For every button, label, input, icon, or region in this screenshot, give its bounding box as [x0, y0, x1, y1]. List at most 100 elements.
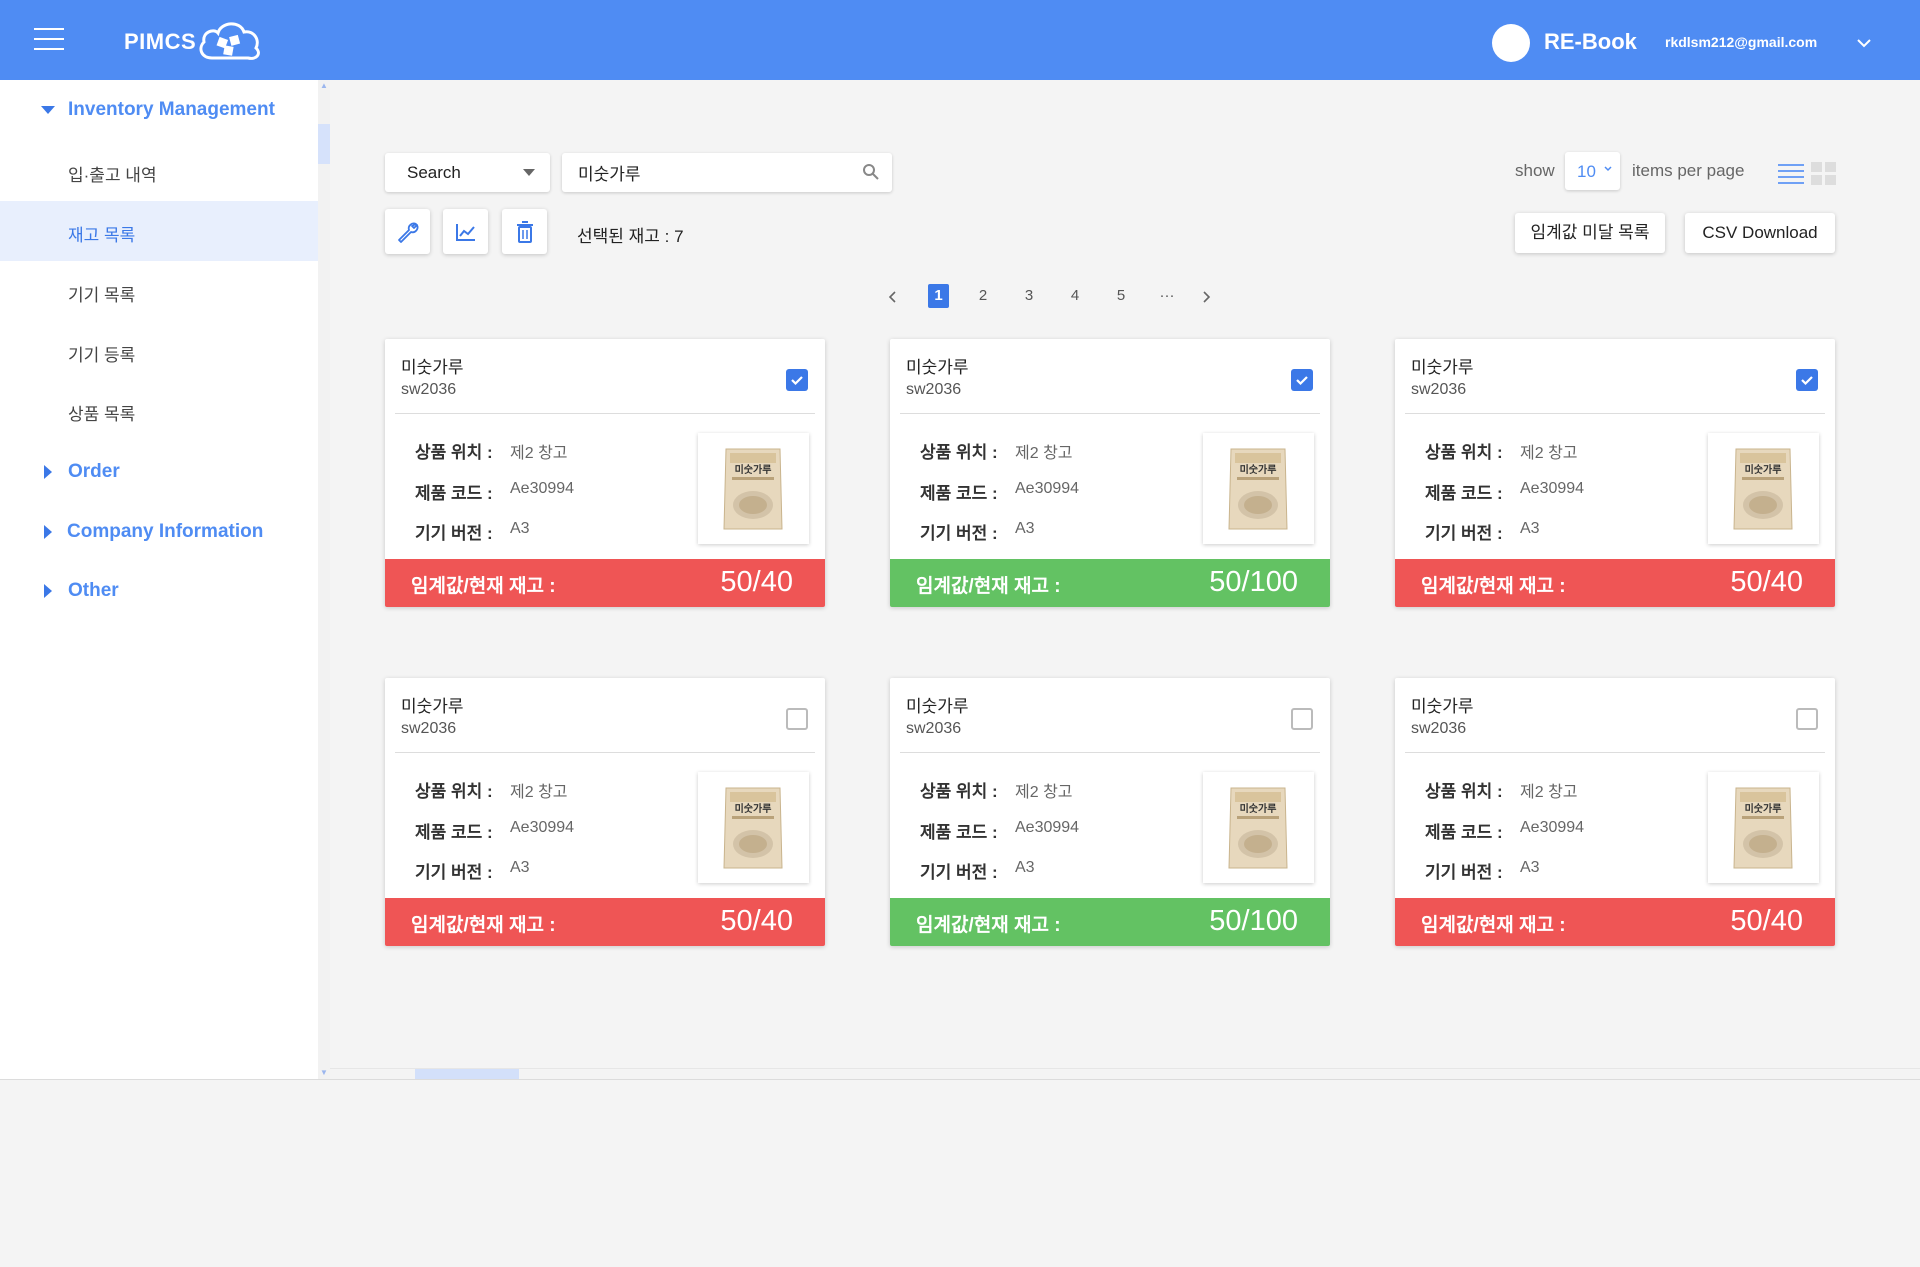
- sidebar-item-label: 재고 목록: [68, 226, 136, 245]
- stock-value: 50/40: [720, 905, 793, 937]
- scroll-up-icon[interactable]: ▲: [320, 81, 328, 90]
- card-checkbox[interactable]: [1796, 708, 1818, 730]
- sidebar-item-device-list[interactable]: 기기 목록: [0, 261, 318, 321]
- delete-button[interactable]: [502, 209, 547, 254]
- sidebar-group-other[interactable]: Other: [0, 569, 318, 613]
- card-divider: [1405, 413, 1825, 414]
- search-type-select[interactable]: Search: [385, 153, 550, 192]
- below-threshold-button[interactable]: 임계값 미달 목록: [1515, 213, 1665, 253]
- page-1[interactable]: 1: [928, 284, 949, 308]
- page-5[interactable]: 5: [1111, 284, 1131, 308]
- code-label: 제품 코드 :: [415, 823, 493, 842]
- org-name: RE-Book: [1544, 29, 1637, 54]
- card-checkbox[interactable]: [1291, 369, 1313, 391]
- caret-down-icon: [41, 106, 55, 114]
- horizontal-scrollbar[interactable]: [330, 1068, 1920, 1080]
- code-label: 제품 코드 :: [920, 484, 998, 503]
- selected-count: 선택된 재고 : 7: [577, 227, 684, 246]
- inventory-card[interactable]: 미숫가루 sw2036 상품 위치 : 제2 창고 제품 코드 : Ae3099…: [385, 678, 825, 946]
- sidebar-group-order[interactable]: Order: [0, 450, 318, 494]
- chevron-left-icon[interactable]: [887, 290, 899, 304]
- chevron-down-icon: [1604, 166, 1612, 172]
- user-email[interactable]: rkdlsm212@gmail.com: [1665, 34, 1817, 50]
- page-4[interactable]: 4: [1065, 284, 1085, 308]
- sidebar: Inventory Management 입·출고 내역 재고 목록 기기 목록…: [0, 80, 318, 1079]
- page-2[interactable]: 2: [973, 284, 993, 308]
- version-value: A3: [1520, 520, 1540, 537]
- product-package-image: 미숫가루: [1733, 448, 1793, 530]
- sidebar-group-inventory[interactable]: Inventory Management: [0, 88, 318, 132]
- inventory-card[interactable]: 미숫가루 sw2036 상품 위치 : 제2 창고 제품 코드 : Ae3099…: [1395, 339, 1835, 607]
- search-input[interactable]: [576, 159, 846, 186]
- version-value: A3: [1015, 520, 1035, 537]
- product-image: 미숫가루: [1708, 433, 1819, 544]
- version-label: 기기 버전 :: [920, 863, 998, 882]
- sidebar-item-io-history[interactable]: 입·출고 내역: [0, 141, 318, 201]
- product-package-image: 미숫가루: [1228, 448, 1288, 530]
- stock-label: 임계값/현재 재고 :: [411, 915, 556, 936]
- page-ellipsis[interactable]: ···: [1157, 284, 1177, 308]
- code-label: 제품 코드 :: [415, 484, 493, 503]
- inventory-card[interactable]: 미숫가루 sw2036 상품 위치 : 제2 창고 제품 코드 : Ae3099…: [890, 678, 1330, 946]
- version-label: 기기 버전 :: [1425, 863, 1503, 882]
- product-package-image: 미숫가루: [1228, 787, 1288, 869]
- avatar[interactable]: [1492, 24, 1530, 62]
- code-label: 제품 코드 :: [1425, 823, 1503, 842]
- card-checkbox[interactable]: [1291, 708, 1313, 730]
- product-name: 미숫가루: [906, 358, 969, 377]
- page-3[interactable]: 3: [1019, 284, 1039, 308]
- product-image: 미숫가루: [698, 433, 809, 544]
- version-label: 기기 버전 :: [920, 524, 998, 543]
- chart-button[interactable]: [443, 209, 488, 254]
- product-package-image: 미숫가루: [723, 787, 783, 869]
- sidebar-item-device-register[interactable]: 기기 등록: [0, 321, 318, 381]
- product-name: 미숫가루: [906, 697, 969, 716]
- top-header: PIMCS RE-Book rkdlsm212@gmail.com: [0, 0, 1920, 80]
- csv-download-button[interactable]: CSV Download: [1685, 213, 1835, 253]
- sidebar-item-label: 기기 목록: [68, 286, 136, 305]
- sidebar-item-label: 상품 목록: [68, 405, 136, 424]
- card-divider: [1405, 752, 1825, 753]
- search-icon[interactable]: [862, 163, 880, 181]
- bottom-blank-area: [0, 1079, 1920, 1267]
- inventory-card[interactable]: 미숫가루 sw2036 상품 위치 : 제2 창고 제품 코드 : Ae3099…: [385, 339, 825, 607]
- hamburger-icon[interactable]: [34, 28, 64, 50]
- stock-value: 50/40: [1730, 566, 1803, 598]
- list-view-icon[interactable]: [1778, 162, 1804, 184]
- card-checkbox[interactable]: [1796, 369, 1818, 391]
- scroll-down-icon[interactable]: ▼: [320, 1068, 328, 1077]
- location-label: 상품 위치 :: [1425, 782, 1503, 801]
- stock-status-bar: 임계값/현재 재고 : 50/100: [890, 898, 1330, 946]
- chevron-right-icon[interactable]: [1200, 290, 1212, 304]
- sidebar-group-company[interactable]: Company Information: [0, 510, 318, 554]
- sidebar-scrollbar[interactable]: ▲ ▼: [318, 80, 330, 1079]
- chevron-down-icon[interactable]: [1852, 32, 1876, 52]
- scrollbar-thumb[interactable]: [318, 124, 330, 164]
- per-page-select[interactable]: 10: [1565, 152, 1620, 190]
- sidebar-item-product-list[interactable]: 상품 목록: [0, 380, 318, 440]
- search-box: [562, 153, 892, 192]
- check-icon: [791, 376, 803, 386]
- sidebar-group-label: Other: [68, 580, 119, 601]
- inventory-card[interactable]: 미숫가루 sw2036 상품 위치 : 제2 창고 제품 코드 : Ae3099…: [890, 339, 1330, 607]
- dropdown-arrow-icon: [523, 169, 535, 176]
- location-label: 상품 위치 :: [1425, 443, 1503, 462]
- stock-label: 임계값/현재 재고 :: [1421, 576, 1566, 597]
- brand-name[interactable]: PIMCS: [124, 29, 196, 55]
- card-checkbox[interactable]: [786, 708, 808, 730]
- product-id: sw2036: [906, 720, 962, 737]
- location-label: 상품 위치 :: [920, 443, 998, 462]
- caret-right-icon: [44, 465, 52, 479]
- inventory-card[interactable]: 미숫가루 sw2036 상품 위치 : 제2 창고 제품 코드 : Ae3099…: [1395, 678, 1835, 946]
- location-value: 제2 창고: [1015, 784, 1073, 801]
- product-id: sw2036: [401, 381, 457, 398]
- sidebar-item-stock-list[interactable]: 재고 목록: [0, 201, 318, 261]
- sidebar-item-label: 입·출고 내역: [68, 166, 157, 185]
- code-label: 제품 코드 :: [1425, 484, 1503, 503]
- location-value: 제2 창고: [510, 784, 568, 801]
- grid-view-icon[interactable]: [1811, 162, 1837, 186]
- product-name: 미숫가루: [401, 697, 464, 716]
- edit-button[interactable]: [385, 209, 430, 254]
- version-label: 기기 버전 :: [415, 524, 493, 543]
- card-checkbox[interactable]: [786, 369, 808, 391]
